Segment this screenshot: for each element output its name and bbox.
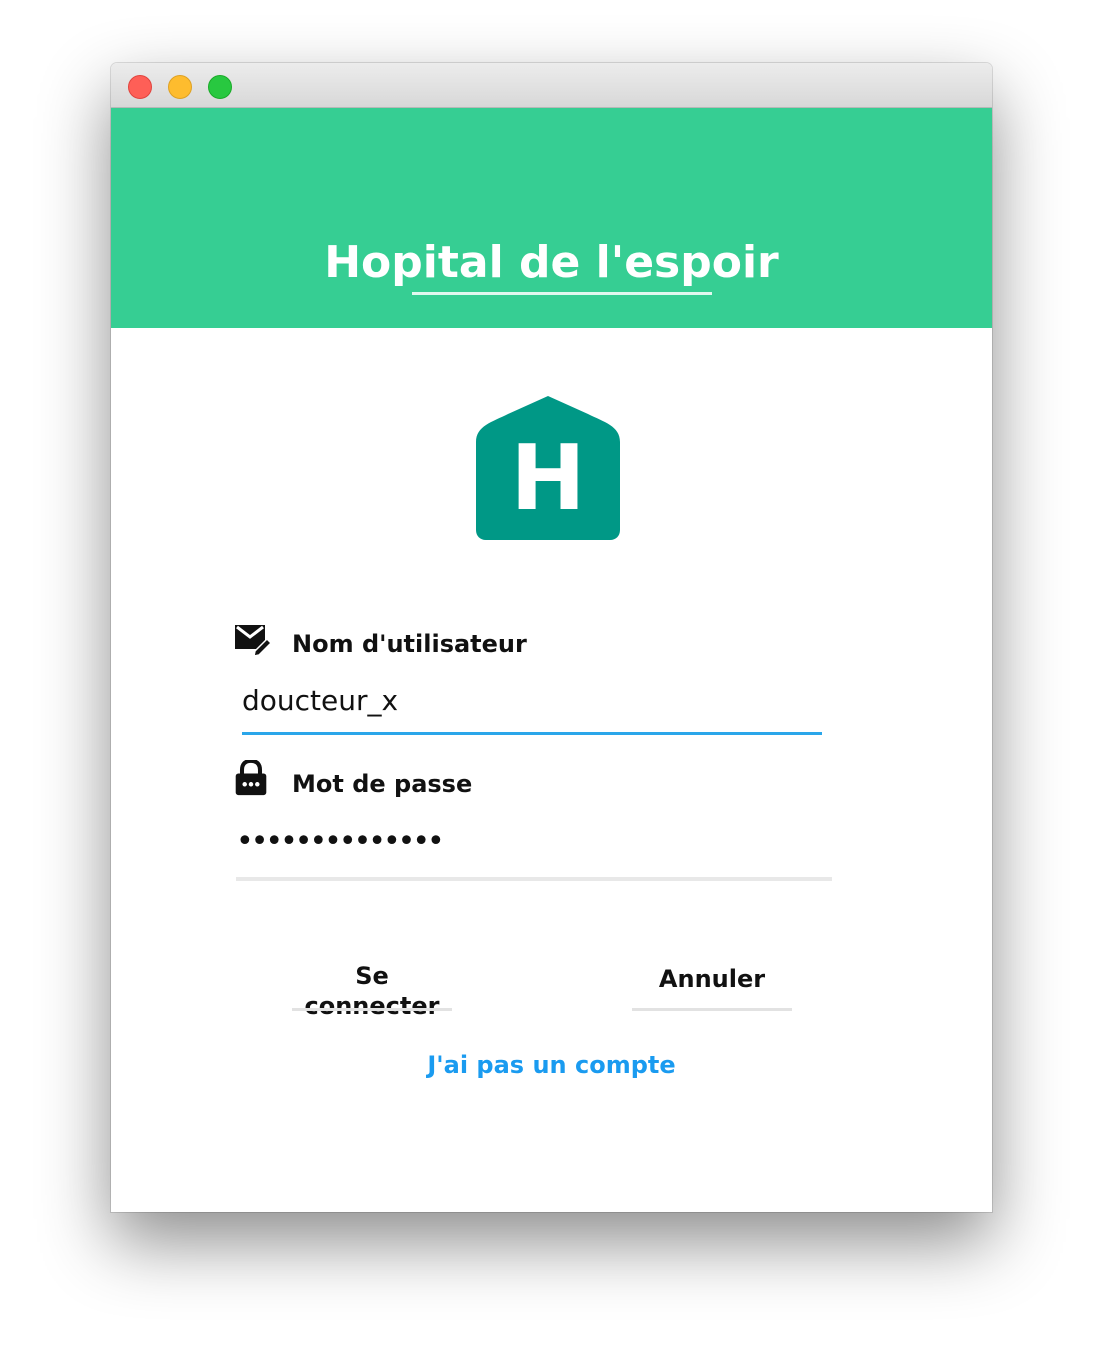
username-label: Nom d'utilisateur [292, 630, 527, 658]
mail-edit-icon [235, 625, 271, 657]
lock-icon [235, 760, 267, 796]
password-label: Mot de passe [292, 770, 473, 798]
header-banner: Hopital de l'espoir [111, 108, 992, 328]
username-input[interactable] [242, 680, 822, 720]
hospital-logo-icon: H [476, 396, 620, 540]
cancel-button[interactable]: Annuler [632, 961, 792, 997]
minimize-button[interactable] [168, 75, 192, 99]
cancel-button-underline [632, 1008, 792, 1011]
password-input[interactable]: •••••••••••••• [236, 820, 832, 864]
login-window: Hopital de l'espoir H Nom d'utilisateur … [111, 63, 992, 1212]
logo-letter: H [510, 426, 585, 531]
login-button-underline [292, 1008, 452, 1011]
title-bar [111, 63, 992, 108]
title-underline [412, 292, 712, 295]
app-title: Hopital de l'espoir [324, 237, 779, 288]
maximize-button[interactable] [208, 75, 232, 99]
close-button[interactable] [128, 75, 152, 99]
login-button[interactable]: Se connecter [292, 961, 452, 1020]
username-underline [242, 732, 822, 735]
password-underline [236, 877, 832, 881]
no-account-link[interactable]: J'ai pas un compte [111, 1050, 992, 1080]
